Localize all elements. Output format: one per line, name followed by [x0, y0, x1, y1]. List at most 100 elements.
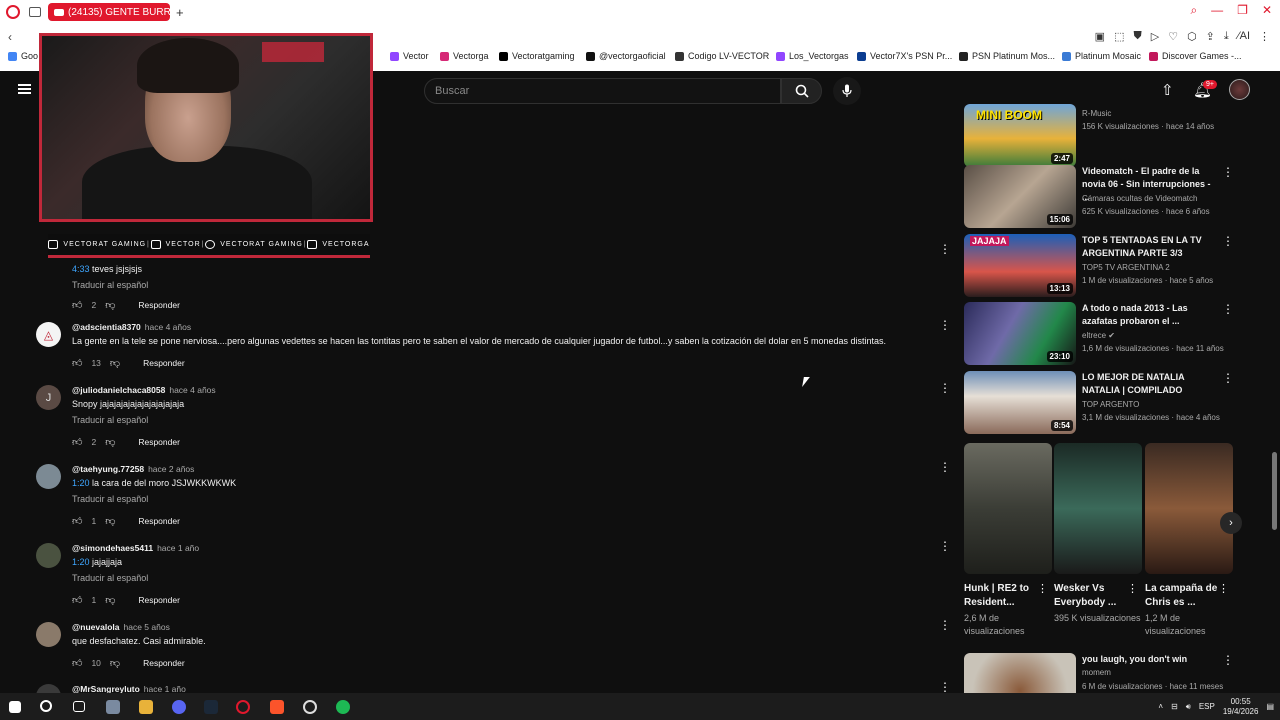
comment-timestamp-link[interactable]: 1:20 [72, 478, 90, 488]
workspaces-icon[interactable] [29, 7, 41, 17]
steam-icon[interactable] [204, 700, 218, 714]
short-title[interactable]: La campaña de Chris es ... [1145, 582, 1221, 610]
share-icon[interactable]: ⇪ [1206, 30, 1215, 43]
reply-button[interactable]: Responder [138, 437, 180, 447]
channel-name[interactable]: R-Music [1082, 109, 1111, 118]
dislike-icon[interactable]: 👎︎ [105, 299, 115, 311]
voice-search-button[interactable] [833, 77, 861, 105]
spotify-icon[interactable] [336, 700, 350, 714]
bookmark-item[interactable]: Platinum Mosaic [1062, 51, 1141, 61]
comment-time[interactable]: hace 5 años [124, 622, 170, 632]
video-title[interactable]: you laugh, you don't win [1082, 653, 1217, 666]
related-video[interactable]: MINI BOOM 2:47 R-Music 156 K visualizaci… [964, 104, 1240, 168]
video-thumbnail[interactable]: MINI BOOM 2:47 [964, 104, 1076, 167]
extensions-icon[interactable]: ⬡ [1187, 30, 1197, 43]
video-thumbnail[interactable]: 15:06 [964, 165, 1076, 228]
explorer-app-icon[interactable] [106, 700, 120, 714]
comment-time[interactable]: hace 1 año [157, 543, 199, 553]
obs-icon[interactable] [303, 700, 317, 714]
bookmark-item[interactable]: Vector [390, 51, 429, 61]
reply-button[interactable]: Responder [138, 595, 180, 605]
reply-button[interactable]: Responder [143, 358, 185, 368]
video-thumbnail[interactable]: 23:10 [964, 302, 1076, 365]
hamburger-menu-icon[interactable] [18, 84, 31, 94]
avatar[interactable] [36, 464, 61, 489]
avatar[interactable] [36, 622, 61, 647]
more-options-icon[interactable]: ⋮ [939, 243, 951, 255]
more-options-icon[interactable]: ⋮ [1222, 303, 1234, 315]
notification-center-icon[interactable]: ▤ [1266, 702, 1274, 711]
tab-youtube[interactable]: (24135) GENTE BURRA EN [48, 3, 170, 21]
channel-name[interactable]: eltrece ✔︎ [1082, 331, 1115, 340]
short-item[interactable]: Hunk | RE2 to Resident... 2,6 M de visua… [964, 443, 1052, 638]
translate-link[interactable]: Traducir al español [72, 573, 148, 583]
bookmark-item[interactable]: @vectorgaoficial [586, 51, 666, 61]
translate-link[interactable]: Traducir al español [72, 280, 148, 290]
short-item[interactable]: Wesker Vs Everybody ... 395 K visualizac… [1054, 443, 1142, 625]
bookmark-item[interactable]: Discover Games -... [1149, 51, 1242, 61]
translate-link[interactable]: Traducir al español [72, 494, 148, 504]
video-thumbnail[interactable]: JAJAJA 13:13 [964, 234, 1076, 297]
channel-name[interactable]: Cámaras ocultas de Videomatch [1082, 194, 1197, 203]
bookmark-icon[interactable]: ▣ [1095, 30, 1105, 43]
search-button[interactable] [781, 78, 822, 104]
bookmark-item[interactable]: Vectorga [440, 51, 489, 61]
translate-link[interactable]: Traducir al español [72, 415, 148, 425]
start-windows-icon[interactable] [9, 701, 21, 713]
bookmark-item[interactable]: Goo [8, 51, 38, 61]
search-icon[interactable] [40, 700, 52, 712]
search-input[interactable]: Buscar [424, 78, 781, 104]
short-title[interactable]: Wesker Vs Everybody ... [1054, 582, 1130, 610]
bookmark-item[interactable]: PSN Platinum Mos... [959, 51, 1055, 61]
dislike-icon[interactable]: 👎︎ [110, 357, 120, 369]
opera-icon[interactable] [236, 700, 250, 714]
more-options-icon[interactable]: ⋮ [1222, 235, 1234, 247]
comment-author[interactable]: @nuevalola [72, 622, 120, 632]
search-tabs-icon[interactable]: ⌕ [1190, 3, 1197, 18]
avatar[interactable]: J [36, 385, 61, 410]
channel-name[interactable]: TOP5 TV ARGENTINA 2 [1082, 263, 1170, 272]
more-options-icon[interactable]: ⋮ [939, 681, 951, 693]
comment-author[interactable]: @adscientia8370 [72, 322, 141, 332]
play-icon[interactable]: ▷ [1151, 30, 1159, 43]
short-thumbnail[interactable] [964, 443, 1052, 574]
more-options-icon[interactable]: ⋮ [939, 619, 951, 631]
reply-button[interactable]: Responder [143, 658, 185, 668]
comment-timestamp-link[interactable]: 1:20 [72, 557, 90, 567]
volume-icon[interactable]: 🔊︎ [1186, 702, 1191, 712]
video-thumbnail[interactable]: 8:54 [964, 371, 1076, 434]
dislike-icon[interactable]: 👎︎ [105, 436, 115, 448]
like-icon[interactable]: 👍︎ [72, 657, 82, 669]
dislike-icon[interactable]: 👎︎ [105, 515, 115, 527]
bookmark-item[interactable]: Vector7X's PSN Pr... [857, 51, 952, 61]
channel-name[interactable]: momem [1082, 668, 1111, 677]
more-options-icon[interactable]: ⋮ [939, 540, 951, 552]
more-options-icon[interactable]: ⋮ [1218, 584, 1229, 595]
avatar[interactable] [36, 684, 61, 693]
short-thumbnail[interactable] [1145, 443, 1233, 574]
reply-button[interactable]: Responder [138, 300, 180, 310]
more-options-icon[interactable]: ⋮ [1037, 584, 1048, 595]
bookmark-item[interactable]: Vectoratgaming [499, 51, 575, 61]
close-window-icon[interactable]: ✕ [1262, 3, 1272, 18]
opera-logo-icon[interactable] [6, 5, 20, 19]
related-video[interactable]: 8:54 LO MEJOR DE NATALIA NATALIA | COMPI… [964, 371, 1240, 435]
like-icon[interactable]: 👍︎ [72, 357, 82, 369]
short-title[interactable]: Hunk | RE2 to Resident... [964, 582, 1040, 610]
comment-author[interactable]: @simondehaes5411 [72, 543, 153, 553]
snapshot-icon[interactable]: ⬚ [1114, 30, 1124, 43]
folder-icon[interactable] [139, 700, 153, 714]
shield-icon[interactable]: ⛊ [1133, 30, 1141, 43]
comment-author[interactable]: @MrSangreyluto [72, 684, 140, 693]
more-options-icon[interactable]: ⋮ [939, 382, 951, 394]
maximize-icon[interactable]: ❐ [1237, 3, 1248, 18]
heart-icon[interactable]: ♡ [1168, 30, 1178, 43]
language-indicator[interactable]: ESP [1199, 702, 1215, 711]
like-icon[interactable]: 👍︎ [72, 299, 82, 311]
more-options-icon[interactable]: ⋮ [939, 461, 951, 473]
avatar[interactable]: ◬ [36, 322, 61, 347]
chevron-up-icon[interactable]: ˄ [1158, 702, 1163, 711]
comment-time[interactable]: hace 1 año [144, 684, 186, 693]
more-options-icon[interactable]: ⋮ [1222, 654, 1234, 666]
comment-timestamp-link[interactable]: 4:33 [72, 264, 90, 274]
